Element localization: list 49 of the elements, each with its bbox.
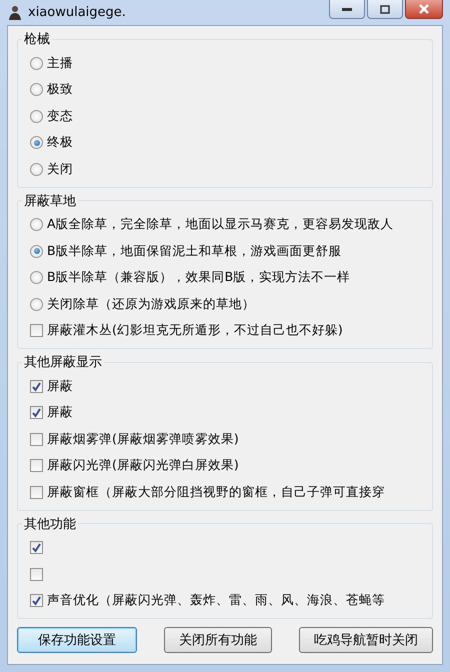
option-label: 终极 — [47, 134, 73, 152]
radio-button[interactable] — [30, 136, 43, 150]
radio-button[interactable] — [30, 162, 43, 176]
option-label: 变态 — [47, 108, 73, 125]
option-label: 声音优化（屏蔽闪光弹、轰炸、雷、雨、风、海浪、苍蝇等 — [47, 592, 385, 610]
maximize-icon — [380, 4, 390, 14]
checkbox[interactable] — [30, 541, 43, 554]
option-label: 主播 — [47, 54, 73, 72]
option-label: 屏蔽 — [47, 378, 73, 395]
option-label: 屏蔽 — [47, 404, 73, 422]
group-title: 屏蔽草地 — [23, 192, 77, 210]
checkbox[interactable] — [30, 568, 43, 581]
option-label: 关闭除草（还原为游戏原来的草地） — [47, 296, 255, 313]
minimize-button[interactable] — [329, 0, 365, 19]
checkbox[interactable] — [30, 459, 43, 472]
option-label: 极致 — [47, 81, 73, 98]
option-label: 屏蔽烟雾弹(屏蔽烟雾弹喷雾效果) — [47, 430, 239, 448]
close-button[interactable] — [405, 0, 443, 19]
maximize-button[interactable] — [367, 0, 403, 19]
option-label: 屏蔽窗框（屏蔽大部分阻挡视野的窗框，自己子弹可直接穿 — [47, 484, 385, 501]
radio-button[interactable] — [30, 298, 43, 311]
action-button[interactable]: 关闭所有功能 — [164, 627, 272, 653]
group-title: 其他屏蔽显示 — [23, 354, 103, 371]
radio-button[interactable] — [30, 244, 43, 258]
figure-icon — [7, 4, 23, 20]
minimize-icon — [342, 6, 352, 12]
option-label: 关闭 — [47, 160, 73, 178]
option-label: 屏蔽灌木丛(幻影坦克无所遁形，不过自己也不好躲) — [47, 322, 343, 340]
group-title: 其他功能 — [23, 516, 77, 532]
option-label: 屏蔽闪光弹(屏蔽闪光弹白屏效果) — [47, 457, 239, 474]
close-icon — [418, 4, 430, 14]
checkbox[interactable] — [30, 432, 43, 446]
checkbox[interactable] — [30, 324, 43, 338]
window-title: xiaowulaigege. — [28, 5, 126, 20]
action-button[interactable]: 保存功能设置 — [17, 627, 137, 653]
checkbox[interactable] — [30, 594, 43, 608]
checkbox[interactable] — [30, 486, 43, 499]
radio-button[interactable] — [30, 56, 43, 70]
option-label: A版全除草，完全除草，地面以显示马赛克，更容易发现敌人 — [47, 216, 394, 234]
radio-button[interactable] — [30, 83, 43, 96]
checkbox[interactable] — [30, 380, 43, 393]
action-button[interactable]: 吃鸡导航暂时关闭 — [299, 627, 433, 653]
checkbox[interactable] — [30, 406, 43, 420]
option-label: B版半除草（兼容版），效果同B版，实现方法不一样 — [47, 269, 350, 286]
radio-button[interactable] — [30, 218, 43, 232]
option-label: B版半除草，地面保留泥土和草根，游戏画面更舒服 — [47, 242, 342, 260]
group-title: 枪械 — [23, 31, 51, 48]
radio-button[interactable] — [30, 271, 43, 284]
radio-button[interactable] — [30, 110, 43, 123]
